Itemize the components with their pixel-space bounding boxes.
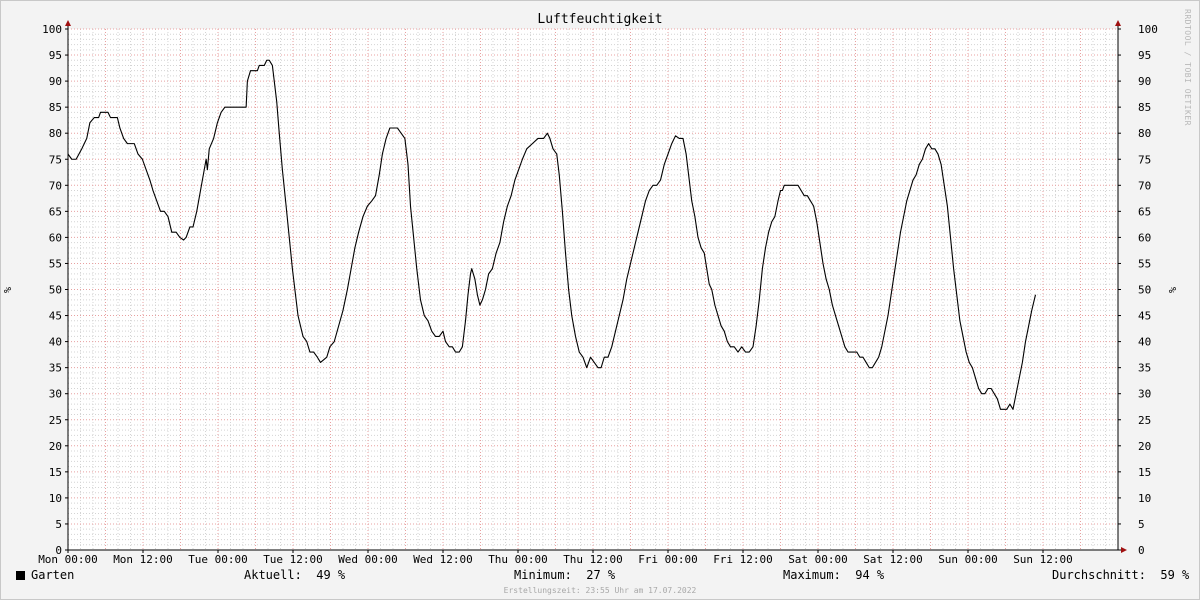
- minimum-label: Minimum:: [514, 568, 572, 582]
- x-axis-arrow: [1121, 547, 1127, 553]
- y-tick-label-left: 55: [49, 257, 62, 270]
- y-tick-label-left: 65: [49, 205, 62, 218]
- y-tick-label-left: 45: [49, 310, 62, 323]
- x-tick-label: Thu 00:00: [488, 553, 548, 566]
- x-tick-label: Sat 00:00: [788, 553, 848, 566]
- x-tick-label: Fri 12:00: [713, 553, 773, 566]
- y-tick-label-right: 15: [1138, 466, 1151, 479]
- x-tick-label: Thu 12:00: [563, 553, 623, 566]
- y-tick-label-right: 35: [1138, 362, 1151, 375]
- y-tick-label-left: 95: [49, 49, 62, 62]
- y-tick-label-right: 85: [1138, 101, 1151, 114]
- y-tick-label-left: 75: [49, 153, 62, 166]
- y-tick-label-right: 75: [1138, 153, 1151, 166]
- y-tick-label-right: 10: [1138, 492, 1151, 505]
- y-tick-label-left: 20: [49, 440, 62, 453]
- y-tick-label-left: 100: [42, 23, 62, 36]
- y-tick-label-right: 95: [1138, 49, 1151, 62]
- x-tick-label: Mon 00:00: [38, 553, 98, 566]
- humidity-chart: 0 05 510 1015 1520 2025 2530 3035 3540 4045 4550 50…: [3, 20, 1179, 566]
- y-tick-label-right: 5: [1138, 518, 1145, 531]
- y-tick-label-right: 100: [1138, 23, 1158, 36]
- legend-item-garten: Garten: [16, 568, 74, 582]
- y-tick-label-left: 5: [55, 518, 62, 531]
- x-tick-label: Wed 00:00: [338, 553, 398, 566]
- y-tick-label-left: 70: [49, 179, 62, 192]
- y-tick-label-left: 60: [49, 231, 62, 244]
- y-tick-label-left: 30: [49, 388, 62, 401]
- y-tick-label-left: 50: [49, 284, 62, 297]
- creation-timestamp: Erstellungszeit: 23:55 Uhr am 17.07.2022: [503, 586, 697, 595]
- x-tick-label: Mon 12:00: [113, 553, 173, 566]
- y-tick-label-right: 25: [1138, 414, 1151, 427]
- minimum-value: 27 %: [586, 568, 616, 582]
- maximum-stat: Maximum: 94 %: [783, 568, 884, 582]
- y-tick-label-right: 65: [1138, 205, 1151, 218]
- graph-frame: Luftfeuchtigkeit RRDTOOL / TOBI OETIKER …: [0, 0, 1200, 600]
- y-tick-label-right: 20: [1138, 440, 1151, 453]
- x-tick-label: Sat 12:00: [863, 553, 923, 566]
- maximum-value: 94 %: [855, 568, 885, 582]
- y-tick-label-left: 90: [49, 75, 62, 88]
- y-axis-label-left: %: [3, 287, 14, 293]
- x-tick-label: Tue 12:00: [263, 553, 323, 566]
- y-tick-label-right: 40: [1138, 336, 1151, 349]
- legend-footer: Garten Aktuell: 49 % Minimum: 27 % Maxim…: [1, 568, 1199, 586]
- x-tick-label: Fri 00:00: [638, 553, 698, 566]
- y-tick-label-left: 10: [49, 492, 62, 505]
- x-tick-label: Tue 00:00: [188, 553, 248, 566]
- minimum-stat: Minimum: 27 %: [514, 568, 615, 582]
- y-tick-label-left: 15: [49, 466, 62, 479]
- y-tick-label-right: 60: [1138, 231, 1151, 244]
- x-tick-label: Sun 00:00: [938, 553, 998, 566]
- y-tick-label-right: 30: [1138, 388, 1151, 401]
- x-tick-label: Sun 12:00: [1013, 553, 1073, 566]
- y-tick-label-right: 45: [1138, 310, 1151, 323]
- x-tick-label: Wed 12:00: [413, 553, 473, 566]
- y-axis-arrow-left: [65, 20, 71, 26]
- y-axis-arrow-right: [1115, 20, 1121, 26]
- y-tick-label-left: 85: [49, 101, 62, 114]
- y-tick-label-right: 55: [1138, 257, 1151, 270]
- y-tick-label-right: 70: [1138, 179, 1151, 192]
- y-tick-label-left: 25: [49, 414, 62, 427]
- y-tick-label-left: 40: [49, 336, 62, 349]
- current-label: Aktuell:: [244, 568, 302, 582]
- y-tick-label-right: 80: [1138, 127, 1151, 140]
- y-tick-label-left: 35: [49, 362, 62, 375]
- y-tick-label-right: 50: [1138, 284, 1151, 297]
- current-stat: Aktuell: 49 %: [244, 568, 345, 582]
- current-value: 49 %: [316, 568, 346, 582]
- legend-series-label: Garten: [31, 568, 75, 582]
- y-axis-label-right: %: [1168, 287, 1179, 293]
- legend-swatch: [16, 571, 25, 580]
- y-tick-label-right: 90: [1138, 75, 1151, 88]
- average-value: 59 %: [1160, 568, 1190, 582]
- y-tick-label-left: 80: [49, 127, 62, 140]
- y-tick-label-right: 0: [1138, 544, 1145, 557]
- average-label: Durchschnitt:: [1052, 568, 1146, 582]
- maximum-label: Maximum:: [783, 568, 841, 582]
- average-stat: Durchschnitt: 59 %: [1052, 568, 1189, 582]
